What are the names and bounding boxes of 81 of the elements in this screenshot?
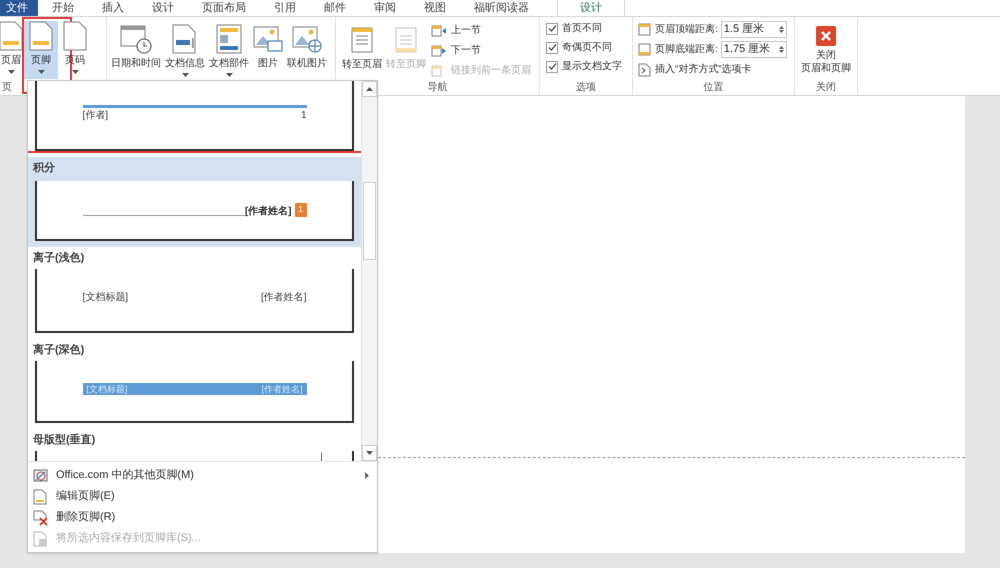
footer-preview[interactable]: [文档标题] [作者姓名] [35, 269, 354, 333]
gallery-item-title: 离子(深色) [32, 342, 86, 358]
section-icon [431, 24, 447, 38]
ribbon-tab[interactable]: 插入 [88, 0, 138, 16]
ribbon-button[interactable]: 转至页眉 [341, 22, 383, 81]
margin-icon [638, 43, 652, 56]
placeholder-text: [作者] [82, 111, 108, 121]
page-number: 1 [294, 203, 306, 217]
margin-icon [638, 23, 652, 36]
checkbox-label: 首页不同 [562, 22, 602, 36]
ribbon-tab[interactable]: 文件 [0, 0, 38, 16]
document-info-icon [172, 24, 198, 54]
group-label: 关闭 [816, 81, 836, 95]
caret-icon [38, 70, 44, 74]
online-picture-icon [292, 24, 322, 54]
caret-icon [8, 70, 14, 74]
placeholder-text: [作者姓名] [261, 384, 302, 394]
placeholder-text: [文档标题] [82, 293, 128, 303]
checkbox[interactable] [546, 60, 558, 72]
checkbox-label: 奇偶页不同 [562, 41, 612, 55]
checkbox[interactable] [546, 22, 558, 34]
placeholder-text: [作者姓名] [260, 293, 306, 303]
ribbon-button[interactable]: 插入“对齐方式”选项卡 [638, 61, 794, 78]
ribbon-button[interactable]: 下一节 [431, 42, 531, 59]
page-lines-icon [394, 26, 418, 54]
ribbon-tab[interactable]: 设计 [138, 0, 188, 16]
scroll-up-icon [366, 87, 373, 91]
caret-icon [72, 70, 78, 74]
ribbon-button[interactable]: 页眉 [0, 21, 24, 79]
ribbon-tab[interactable]: 开始 [38, 0, 88, 16]
close-header-footer-button[interactable]: 关闭 页眉和页脚 [801, 26, 851, 81]
spin-up-icon [778, 26, 784, 29]
ribbon-tab[interactable]: 引用 [260, 0, 310, 16]
footer-preview[interactable]: [作者姓名] 1 [35, 181, 354, 241]
spin-field[interactable]: 1.5 厘米 [720, 21, 787, 38]
save-page-icon [33, 530, 49, 546]
calendar-clock-icon [120, 24, 152, 54]
ribbon-tab[interactable]: 邮件 [310, 0, 360, 16]
picture-icon [253, 24, 283, 54]
scroll-down-icon [366, 451, 373, 455]
document-parts-icon [216, 24, 242, 54]
placeholder-text: [作者姓名] [244, 207, 292, 217]
ribbon-tab[interactable]: 审阅 [360, 0, 410, 16]
checkbox-label: 显示文档文字 [562, 60, 622, 74]
group-label: 导航 [428, 81, 448, 95]
page-icon [33, 488, 47, 504]
placeholder-text: [文档标题] [86, 384, 128, 394]
group-label: 选项 [576, 81, 596, 95]
spin-down-icon [778, 30, 784, 33]
ribbon-tab[interactable]: 页面布局 [188, 0, 260, 16]
spin-down-icon [778, 50, 784, 53]
menu-item[interactable]: 删除页脚(R) [28, 507, 377, 528]
close-icon [816, 26, 836, 46]
gallery-item-title: 积分 [32, 160, 56, 176]
page-lines-icon [350, 26, 374, 54]
scroll-thumb[interactable] [363, 182, 376, 260]
ribbon-button[interactable]: 页脚 [24, 21, 58, 79]
sidebar-mark [318, 453, 322, 461]
group-label: 位置 [704, 81, 724, 95]
gallery-item-title: 离子(浅色) [32, 250, 86, 266]
section-icon [431, 44, 447, 58]
checkbox[interactable] [546, 42, 558, 54]
gallery-item-title: 母版型(垂直) [32, 432, 96, 448]
page-icon [63, 21, 87, 51]
page-number: 1 [300, 111, 306, 121]
field-label: 页眉顶端距离: [655, 22, 718, 37]
menu-item[interactable]: 编辑页脚(E) [28, 486, 377, 507]
insert-tab-icon [638, 62, 651, 76]
ribbon-button[interactable]: 上一节 [431, 22, 531, 39]
field-label: 页脚底端距离: [655, 42, 718, 57]
menu-item[interactable]: Office.com 中的其他页脚(M) [28, 465, 377, 486]
ribbon-tab[interactable]: 设计 [557, 0, 625, 16]
spin-field[interactable]: 1.75 厘米 [720, 41, 787, 58]
page-icon [29, 21, 53, 51]
ribbon-tab[interactable]: 福昕阅读器 [460, 0, 543, 16]
scrollbar[interactable] [361, 81, 377, 461]
spin-up-icon [778, 46, 784, 49]
gallery-item[interactable]: 离子(浅色) [文档标题] [作者姓名] [28, 247, 361, 339]
ribbon-tab[interactable]: 视图 [410, 0, 460, 16]
delete-page-icon [33, 510, 49, 526]
group-label: 页 [2, 82, 12, 93]
